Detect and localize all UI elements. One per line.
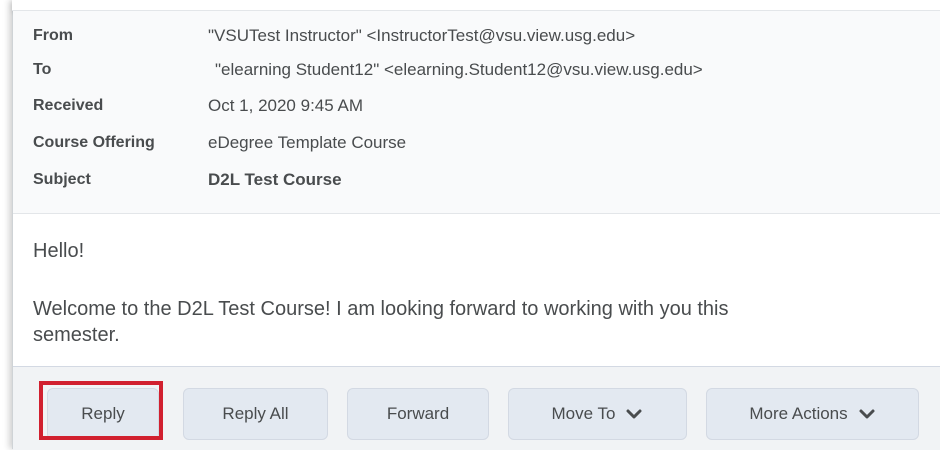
received-label: Received <box>33 97 104 114</box>
chevron-down-icon <box>626 409 642 419</box>
more-actions-button[interactable]: More Actions <box>706 388 919 440</box>
reply-all-button[interactable]: Reply All <box>183 388 328 440</box>
pane-top-edge <box>12 0 940 11</box>
from-value: "VSUTest Instructor" <InstructorTest@vsu… <box>208 26 636 45</box>
to-label: To <box>33 61 52 78</box>
forward-button-label: Forward <box>386 404 450 423</box>
reply-all-button-label: Reply All <box>222 404 289 423</box>
more-actions-button-label: More Actions <box>749 404 848 423</box>
message-body-line-2: semester. <box>33 324 120 346</box>
subject-value: D2L Test Course <box>208 170 342 189</box>
to-value: "elearning Student12" <elearning.Student… <box>215 60 703 79</box>
move-to-button-label: Move To <box>551 404 616 423</box>
course-offering-value: eDegree Template Course <box>208 133 407 152</box>
message-body-line-1: Welcome to the D2L Test Course! I am loo… <box>33 298 729 320</box>
received-value: Oct 1, 2020 9:45 AM <box>208 96 363 115</box>
from-label: From <box>33 27 73 44</box>
forward-button[interactable]: Forward <box>347 388 489 440</box>
subject-label: Subject <box>33 171 91 188</box>
move-to-button[interactable]: Move To <box>508 388 687 440</box>
message-header: From "VSUTest Instructor" <InstructorTes… <box>13 11 940 214</box>
course-offering-label: Course Offering <box>33 134 155 151</box>
reply-highlight-box <box>39 381 163 440</box>
message-greeting: Hello! <box>33 240 85 262</box>
chevron-down-icon <box>859 409 875 419</box>
